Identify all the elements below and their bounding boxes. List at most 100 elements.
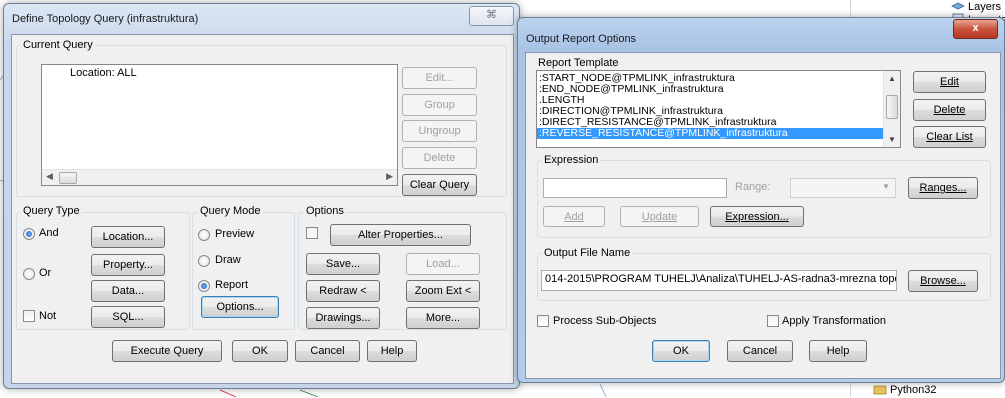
- property-button[interactable]: Property...: [91, 254, 165, 276]
- scroll-up-icon[interactable]: ▲: [888, 74, 896, 83]
- vertical-scrollbar[interactable]: ▲ ▼: [883, 71, 900, 147]
- process-sub-objects-checkbox[interactable]: [537, 315, 549, 327]
- process-sub-objects-label[interactable]: Process Sub-Objects: [553, 315, 656, 327]
- or-label[interactable]: Or: [39, 267, 51, 279]
- clear-query-button[interactable]: Clear Query: [402, 174, 477, 196]
- preview-label[interactable]: Preview: [215, 228, 254, 240]
- dialog-client-area: Report Template :START_NODE@TPMLINK_infr…: [525, 52, 1001, 379]
- options-button[interactable]: Options...: [201, 296, 279, 318]
- report-radio[interactable]: [198, 280, 210, 292]
- report-label[interactable]: Report: [215, 279, 248, 291]
- options-label: Options: [304, 205, 346, 217]
- scroll-left-icon[interactable]: ◀: [46, 171, 53, 182]
- cancel-button[interactable]: Cancel: [295, 340, 360, 362]
- dialog-title: Define Topology Query (infrastruktura): [12, 13, 199, 25]
- folder-icon: [873, 383, 887, 395]
- current-query-list[interactable]: Location: ALL ◀ ▶: [41, 64, 398, 186]
- output-file-label: Output File Name: [542, 247, 633, 259]
- range-dropdown[interactable]: ▼: [790, 178, 896, 198]
- dialog-title: Output Report Options: [526, 33, 637, 45]
- close-button[interactable]: ⌘: [469, 6, 514, 26]
- button-label: Delete: [933, 104, 966, 116]
- expression-label: Expression: [542, 154, 601, 166]
- execute-query-button[interactable]: Execute Query: [112, 340, 222, 362]
- dialog-client-area: Current Query Location: ALL ◀ ▶ Edit... …: [11, 34, 514, 384]
- query-type-label: Query Type: [21, 205, 82, 217]
- alter-properties-button[interactable]: Alter Properties...: [330, 224, 471, 246]
- and-radio[interactable]: [23, 228, 35, 240]
- scroll-thumb[interactable]: [886, 95, 898, 119]
- button-label: Add: [564, 210, 584, 223]
- not-label[interactable]: Not: [39, 310, 56, 322]
- expression-input[interactable]: [543, 178, 727, 198]
- drawings-button[interactable]: Drawings...: [306, 307, 380, 329]
- report-template-lines: :START_NODE@TPMLINK_infrastruktura:END_N…: [537, 73, 885, 139]
- ok-button[interactable]: OK: [652, 340, 710, 362]
- template-delete-button[interactable]: Delete: [913, 99, 986, 121]
- range-label: Range:: [735, 181, 771, 193]
- browse-button[interactable]: Browse...: [908, 270, 978, 292]
- report-template-item[interactable]: :REVERSE_RESISTANCE@TPMLINK_infrastruktu…: [537, 128, 885, 139]
- template-edit-button[interactable]: Edit: [913, 71, 986, 93]
- cancel-button[interactable]: Cancel: [727, 340, 793, 362]
- button-label: Clear List: [926, 131, 973, 143]
- clear-list-button[interactable]: Clear List: [913, 126, 986, 148]
- dialog-titlebar[interactable]: Define Topology Query (infrastruktura) ⌘: [4, 4, 519, 34]
- tree-item-python32[interactable]: Python32: [873, 383, 936, 396]
- close-button[interactable]: x: [953, 19, 998, 39]
- button-label: Update: [641, 210, 678, 223]
- zoom-ext-button[interactable]: Zoom Ext <: [406, 280, 480, 302]
- scroll-thumb[interactable]: [59, 172, 77, 184]
- close-icon: ⌘: [486, 9, 497, 21]
- group-button[interactable]: Group: [402, 94, 477, 116]
- ungroup-button[interactable]: Ungroup: [402, 120, 477, 142]
- dialog-titlebar[interactable]: Output Report Options x: [518, 18, 1004, 48]
- scroll-down-icon[interactable]: ▼: [888, 135, 896, 144]
- tree-item-layers[interactable]: Layers: [951, 0, 1001, 13]
- delete-button[interactable]: Delete: [402, 147, 477, 169]
- horizontal-scrollbar[interactable]: ◀ ▶: [42, 169, 397, 185]
- report-template-list[interactable]: :START_NODE@TPMLINK_infrastruktura:END_N…: [536, 70, 901, 148]
- sql-button[interactable]: SQL...: [91, 306, 165, 328]
- current-query-label: Current Query: [21, 39, 95, 51]
- layers-icon: [951, 0, 965, 12]
- apply-transformation-label[interactable]: Apply Transformation: [782, 315, 886, 327]
- apply-transformation-checkbox[interactable]: [767, 315, 779, 327]
- chevron-down-icon: ▼: [882, 182, 890, 191]
- button-label: Expression...: [725, 210, 789, 223]
- define-topology-query-dialog: Define Topology Query (infrastruktura) ⌘…: [3, 3, 520, 389]
- scroll-right-icon[interactable]: ▶: [386, 171, 393, 182]
- and-label[interactable]: And: [39, 227, 59, 239]
- help-button[interactable]: Help: [809, 340, 867, 362]
- button-label: Edit: [940, 76, 959, 88]
- output-file-input[interactable]: 014-2015\PROGRAM TUHELJ\Analiza\TUHELJ-A…: [541, 270, 897, 291]
- data-button[interactable]: Data...: [91, 280, 165, 302]
- query-mode-label: Query Mode: [198, 205, 263, 217]
- output-report-options-dialog: Output Report Options x Report Template …: [517, 17, 1005, 383]
- save-button[interactable]: Save...: [306, 253, 380, 275]
- ok-button[interactable]: OK: [232, 340, 288, 362]
- more-button[interactable]: More...: [406, 307, 480, 329]
- update-button[interactable]: Update: [620, 206, 699, 227]
- add-button[interactable]: Add: [543, 206, 605, 227]
- report-template-item[interactable]: :END_NODE@TPMLINK_infrastruktura: [537, 84, 885, 95]
- report-template-label: Report Template: [538, 57, 619, 69]
- edit-button[interactable]: Edit...: [402, 67, 477, 89]
- tree-item-label: Layers: [968, 1, 1002, 13]
- load-button[interactable]: Load...: [406, 253, 480, 275]
- alter-properties-checkbox[interactable]: [306, 227, 318, 239]
- expression-button[interactable]: Expression...: [710, 206, 804, 227]
- or-radio[interactable]: [23, 268, 35, 280]
- draw-label[interactable]: Draw: [215, 254, 241, 266]
- location-button[interactable]: Location...: [91, 226, 165, 248]
- ranges-button[interactable]: Ranges...: [908, 177, 978, 199]
- help-button[interactable]: Help: [367, 340, 417, 362]
- close-icon: x: [972, 22, 979, 34]
- preview-radio[interactable]: [198, 229, 210, 241]
- list-item[interactable]: Location: ALL: [70, 67, 137, 79]
- redraw-button[interactable]: Redraw <: [306, 280, 380, 302]
- tree-item-label: Python32: [890, 384, 937, 396]
- button-label: Browse...: [920, 275, 966, 287]
- not-checkbox[interactable]: [23, 310, 35, 322]
- draw-radio[interactable]: [198, 255, 210, 267]
